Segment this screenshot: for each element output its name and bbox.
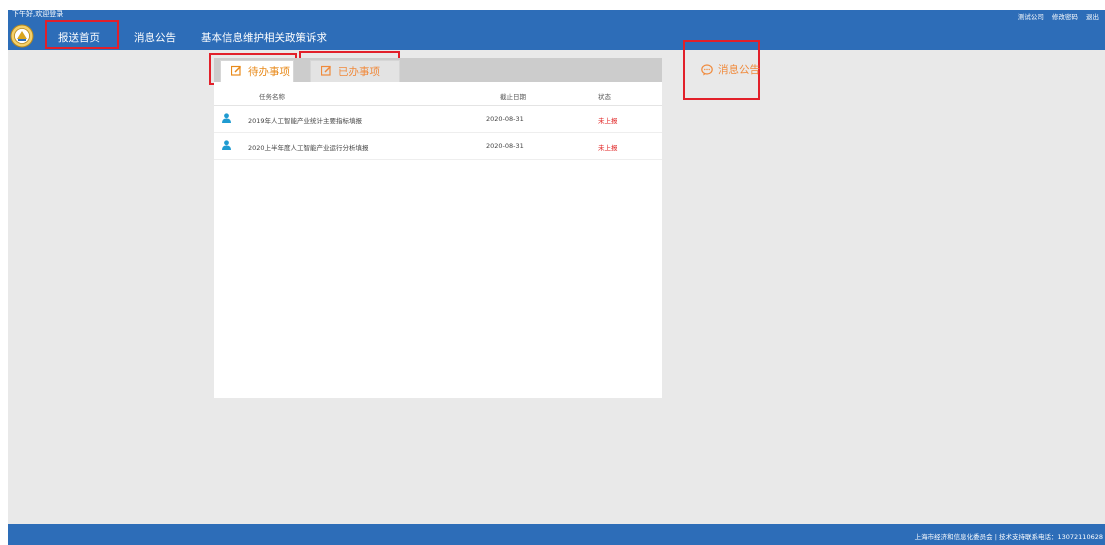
task-deadline: 2020-08-31 xyxy=(486,142,524,150)
column-header-status: 状态 xyxy=(598,93,611,101)
page: 下午好,欢迎登录 测试公司 修改密码 退出 报送首页 消息公告 基本信息维护 相… xyxy=(8,10,1105,545)
nav-item-basic-info[interactable]: 基本信息维护 xyxy=(201,31,264,45)
notice-heading[interactable]: 消息公告 xyxy=(701,62,760,77)
task-panel: 待办事项 已办事项 任务名称 截止日期 状态 2019年人工智能产业统计主要指标… xyxy=(214,58,662,398)
table-row[interactable]: 2020上半年度人工智能产业运行分析填报 2020-08-31 未上报 xyxy=(214,133,662,160)
footer-text: 上海市经济和信息化委员会 | 技术支持联系电话：13072110628 xyxy=(914,533,1103,541)
task-status: 未上报 xyxy=(598,117,618,125)
tab-pending-label: 待办事项 xyxy=(248,66,290,78)
edit-icon xyxy=(230,65,242,79)
nav-item-home[interactable]: 报送首页 xyxy=(58,31,100,45)
greeting-text: 下午好,欢迎登录 xyxy=(12,10,64,18)
table-row[interactable]: 2019年人工智能产业统计主要指标填报 2020-08-31 未上报 xyxy=(214,106,662,133)
notice-title: 消息公告 xyxy=(718,64,760,76)
nav-item-policy[interactable]: 相关政策诉求 xyxy=(264,31,327,45)
top-header-bar: 下午好,欢迎登录 测试公司 修改密码 退出 报送首页 消息公告 基本信息维护 相… xyxy=(8,10,1105,50)
footer-bar: 上海市经济和信息化委员会 | 技术支持联系电话：13072110628 xyxy=(8,524,1105,545)
task-table-header: 任务名称 截止日期 状态 xyxy=(214,85,662,106)
task-status: 未上报 xyxy=(598,144,618,152)
company-link[interactable]: 测试公司 xyxy=(1018,13,1044,21)
task-name[interactable]: 2019年人工智能产业统计主要指标填报 xyxy=(248,115,362,125)
user-links: 测试公司 修改密码 退出 xyxy=(1012,11,1099,21)
person-icon xyxy=(222,140,231,152)
change-password-link[interactable]: 修改密码 xyxy=(1052,13,1078,21)
task-name[interactable]: 2020上半年度人工智能产业运行分析填报 xyxy=(248,142,369,152)
tab-pending[interactable]: 待办事项 xyxy=(220,60,294,82)
column-header-name: 任务名称 xyxy=(259,93,285,101)
task-deadline: 2020-08-31 xyxy=(486,115,524,123)
emblem-logo-icon xyxy=(10,24,34,48)
task-tab-bar: 待办事项 已办事项 xyxy=(214,58,662,82)
nav-item-notices[interactable]: 消息公告 xyxy=(134,31,176,45)
tab-completed-label: 已办事项 xyxy=(338,66,380,78)
speech-bubble-icon xyxy=(701,63,713,75)
person-icon xyxy=(222,113,231,125)
tab-completed[interactable]: 已办事项 xyxy=(310,60,400,82)
column-header-deadline: 截止日期 xyxy=(500,93,526,101)
logout-link[interactable]: 退出 xyxy=(1086,13,1099,21)
edit-icon xyxy=(320,65,332,79)
